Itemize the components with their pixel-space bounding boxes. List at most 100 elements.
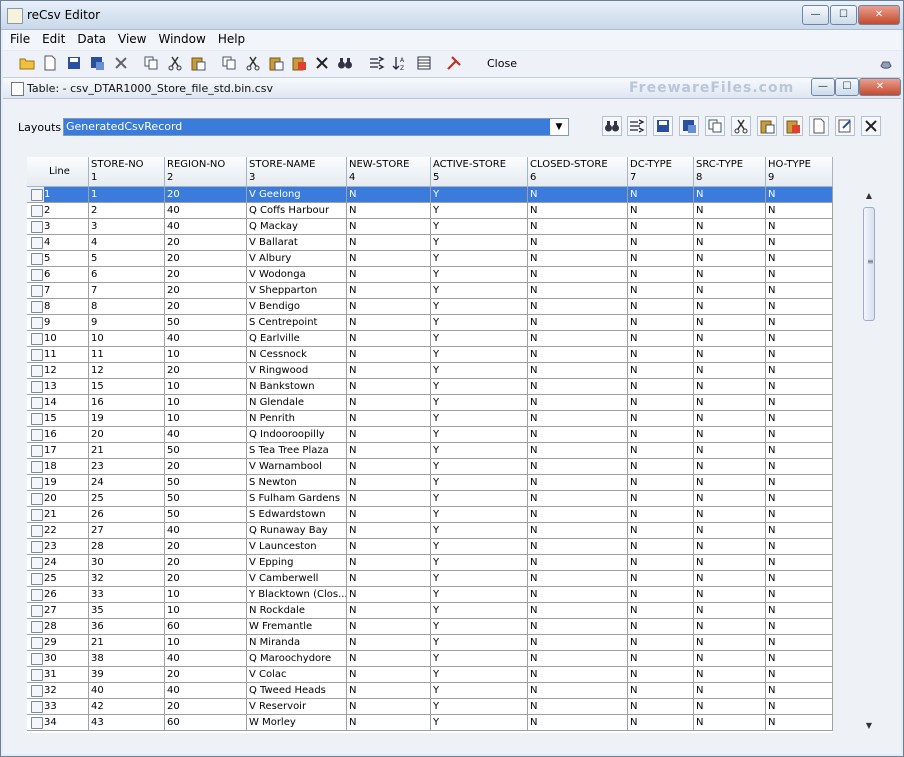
table-cell[interactable]: N <box>628 667 694 683</box>
table-cell[interactable]: N <box>528 219 628 235</box>
table-cell[interactable]: N <box>528 507 628 523</box>
row-checkbox[interactable] <box>31 573 43 585</box>
table-cell[interactable]: N <box>528 315 628 331</box>
chevron-down-icon[interactable]: ▼ <box>552 120 566 134</box>
table-cell[interactable]: N <box>694 507 766 523</box>
table-cell[interactable]: N <box>694 331 766 347</box>
table-cell[interactable]: 7 <box>89 283 165 299</box>
table-cell[interactable]: N <box>347 523 431 539</box>
table-cell[interactable]: 20 <box>165 363 247 379</box>
table-cell[interactable]: N <box>694 667 766 683</box>
table-cell[interactable]: 15 <box>89 379 165 395</box>
table-cell[interactable]: W Fremantle <box>247 619 347 635</box>
row-checkbox[interactable] <box>31 317 43 329</box>
paste-icon[interactable] <box>190 55 206 71</box>
menu-window[interactable]: Window <box>151 30 210 46</box>
table-cell[interactable]: N <box>347 411 431 427</box>
scrollbar-thumb[interactable]: ≡ <box>863 207 875 321</box>
table-cell[interactable]: N <box>528 523 628 539</box>
row-checkbox[interactable] <box>31 541 43 553</box>
table-cell[interactable]: Y <box>431 363 528 379</box>
table-cell[interactable]: Y <box>431 571 528 587</box>
row-checkbox[interactable] <box>31 349 43 361</box>
table-cell[interactable]: Y <box>431 379 528 395</box>
table-cell[interactable]: 36 <box>89 619 165 635</box>
table-cell[interactable]: V Ballarat <box>247 235 347 251</box>
table-cell[interactable]: N <box>628 443 694 459</box>
table-cell[interactable]: N <box>694 267 766 283</box>
menu-edit[interactable]: Edit <box>35 30 70 46</box>
table-cell[interactable]: V Epping <box>247 555 347 571</box>
table-cell[interactable]: N <box>766 555 833 571</box>
table-cell[interactable]: N <box>347 299 431 315</box>
row-checkbox[interactable] <box>31 301 43 313</box>
table-cell[interactable]: 50 <box>165 315 247 331</box>
table-cell[interactable]: N <box>766 315 833 331</box>
table-cell[interactable]: S Centrepoint <box>247 315 347 331</box>
table-cell[interactable]: N <box>628 235 694 251</box>
table-cell[interactable]: 40 <box>165 651 247 667</box>
row-checkbox[interactable] <box>31 253 43 265</box>
table-cell[interactable]: N <box>347 267 431 283</box>
table-cell[interactable]: N <box>347 283 431 299</box>
table-cell[interactable]: Y <box>431 267 528 283</box>
table-cell[interactable]: 20 <box>165 299 247 315</box>
table-cell[interactable]: Q Tweed Heads <box>247 683 347 699</box>
table-cell[interactable]: N <box>528 203 628 219</box>
table-cell[interactable]: 1 <box>89 187 165 203</box>
table-cell[interactable]: N <box>347 203 431 219</box>
table-cell[interactable]: Q Earlville <box>247 331 347 347</box>
line-cell[interactable]: 2 <box>27 203 89 219</box>
sort-icon[interactable]: AZ <box>392 55 408 72</box>
internal-maximize-button[interactable]: ☐ <box>835 78 859 96</box>
table-cell[interactable]: N <box>694 603 766 619</box>
table-cell[interactable]: S Edwardstown <box>247 507 347 523</box>
table-cell[interactable]: N <box>347 539 431 555</box>
line-cell[interactable]: 6 <box>27 267 89 283</box>
line-cell[interactable]: 13 <box>27 379 89 395</box>
paste-prior-button[interactable] <box>783 116 803 136</box>
table-cell[interactable]: S Tea Tree Plaza <box>247 443 347 459</box>
table-cell[interactable]: N <box>766 331 833 347</box>
table-cell[interactable]: Q Coffs Harbour <box>247 203 347 219</box>
table-cell[interactable]: 20 <box>165 187 247 203</box>
table-cell[interactable]: N <box>694 651 766 667</box>
table-cell[interactable]: 19 <box>89 411 165 427</box>
table-cell[interactable]: N <box>766 635 833 651</box>
maximize-button[interactable]: ☐ <box>830 5 857 25</box>
table-cell[interactable]: 50 <box>165 443 247 459</box>
filter-button[interactable] <box>627 116 647 136</box>
table-cell[interactable]: Y <box>431 507 528 523</box>
menu-view[interactable]: View <box>111 30 151 46</box>
table-cell[interactable]: N <box>694 571 766 587</box>
table-cell[interactable]: N <box>766 251 833 267</box>
line-cell[interactable]: 22 <box>27 523 89 539</box>
table-cell[interactable]: Y <box>431 283 528 299</box>
filter-icon[interactable] <box>369 55 385 71</box>
table-cell[interactable]: 25 <box>89 491 165 507</box>
table-cell[interactable]: N <box>528 491 628 507</box>
table-cell[interactable]: 20 <box>165 539 247 555</box>
table-cell[interactable]: 20 <box>89 427 165 443</box>
table-cell[interactable]: 2 <box>89 203 165 219</box>
minimize-button[interactable]: — <box>802 5 829 25</box>
save-as-icon[interactable] <box>89 55 105 71</box>
table-cell[interactable]: N <box>628 347 694 363</box>
table-cell[interactable]: 40 <box>89 683 165 699</box>
table-cell[interactable]: 20 <box>165 283 247 299</box>
table-cell[interactable]: N <box>766 587 833 603</box>
table-cell[interactable]: 28 <box>89 539 165 555</box>
table-cell[interactable]: V Colac <box>247 667 347 683</box>
row-checkbox[interactable] <box>31 381 43 393</box>
table-cell[interactable]: N <box>528 683 628 699</box>
toolbar-close-button[interactable]: Close <box>487 57 517 70</box>
layouts-dropdown[interactable]: GeneratedCsvRecord ▼ <box>63 118 569 136</box>
table-cell[interactable]: N <box>628 331 694 347</box>
table-cell[interactable]: N <box>347 427 431 443</box>
table-cell[interactable]: N <box>528 603 628 619</box>
table-cell[interactable]: 9 <box>89 315 165 331</box>
row-checkbox[interactable] <box>31 365 43 377</box>
table-cell[interactable]: N <box>347 507 431 523</box>
table-cell[interactable]: N <box>628 683 694 699</box>
table-cell[interactable]: Y <box>431 219 528 235</box>
